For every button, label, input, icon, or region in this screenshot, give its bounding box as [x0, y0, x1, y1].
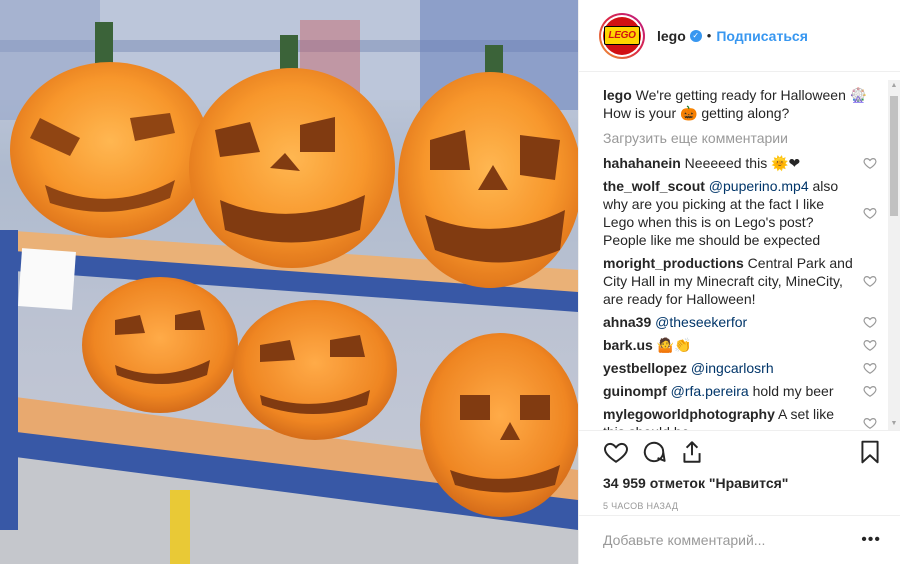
comment-input[interactable] — [603, 532, 862, 548]
like-comment-heart-icon[interactable] — [863, 206, 877, 220]
comment-username[interactable]: bark.us — [603, 337, 653, 353]
comment-bubble-icon[interactable] — [641, 439, 667, 465]
like-comment-heart-icon[interactable] — [863, 274, 877, 288]
comment-item: hahahanein Neeeeed this 🌞❤ — [603, 154, 877, 172]
likes-count[interactable]: 34 959 отметок "Нравится" — [603, 475, 877, 491]
like-comment-heart-icon[interactable] — [863, 361, 877, 375]
comment-mention[interactable]: @ingcarlosrh — [691, 360, 774, 376]
action-icons-row — [603, 431, 879, 473]
comment-item: bark.us 🤷👏 — [603, 336, 877, 354]
like-heart-icon[interactable] — [603, 439, 629, 465]
comment-text: 🤷👏 — [652, 337, 692, 353]
post-timestamp[interactable]: 5 часов назад — [603, 501, 877, 511]
comment-item: the_wolf_scout @puperino.mp4 also why ar… — [603, 177, 877, 249]
comment-username[interactable]: yestbellopez — [603, 360, 687, 376]
comment-username[interactable]: the_wolf_scout — [603, 178, 705, 194]
comment-item: guinompf @rfa.pereira hold my beer — [603, 382, 877, 400]
caption-username[interactable]: lego — [603, 87, 632, 103]
comments-scrollbar[interactable]: ▲ ▼ — [888, 80, 900, 430]
comments-list[interactable]: lego We're getting ready for Halloween 🎡… — [579, 80, 900, 430]
add-comment-bar: ••• — [579, 515, 900, 564]
load-more-comments-button[interactable]: Загрузить еще комментарии — [603, 130, 877, 146]
share-upload-icon[interactable] — [679, 439, 705, 465]
comment-mention[interactable]: @rfa.pereira — [671, 383, 749, 399]
comment-username[interactable]: guinompf — [603, 383, 667, 399]
post-caption: lego We're getting ready for Halloween 🎡… — [603, 86, 877, 122]
follow-button[interactable]: Подписаться — [716, 28, 808, 44]
comment-mention[interactable]: @puperino.mp4 — [709, 178, 809, 194]
scroll-down-arrow-icon[interactable]: ▼ — [888, 418, 900, 430]
post-side-panel: LEGO lego ✓ • Подписаться lego We're get… — [578, 0, 900, 564]
header-username[interactable]: lego — [657, 28, 686, 44]
like-comment-heart-icon[interactable] — [863, 156, 877, 170]
comment-mention[interactable]: @theseekerfor — [655, 314, 747, 330]
like-comment-heart-icon[interactable] — [863, 315, 877, 329]
post-header: LEGO lego ✓ • Подписаться — [579, 0, 900, 72]
scrollbar-thumb[interactable] — [890, 96, 898, 216]
comment-username[interactable]: moright_productions — [603, 255, 744, 271]
comment-item: moright_productions Central Park and Cit… — [603, 254, 877, 308]
comment-item: ahna39 @theseekerfor — [603, 313, 877, 331]
comment-username[interactable]: mylegoworldphotography — [603, 406, 775, 422]
save-bookmark-icon[interactable] — [857, 439, 883, 465]
comment-username[interactable]: hahahanein — [603, 155, 681, 171]
comment-text: Neeeeed this 🌞❤ — [680, 155, 801, 171]
comment-item: mylegoworldphotography A set like this s… — [603, 405, 877, 430]
like-comment-heart-icon[interactable] — [863, 384, 877, 398]
avatar[interactable]: LEGO — [599, 12, 645, 59]
like-comment-heart-icon[interactable] — [863, 338, 877, 352]
comment-item: yestbellopez @ingcarlosrh — [603, 359, 877, 377]
separator-dot: • — [706, 28, 712, 43]
verified-badge-icon: ✓ — [689, 29, 702, 42]
caption-text: We're getting ready for Halloween 🎡 How … — [603, 87, 868, 121]
more-options-button[interactable]: ••• — [861, 531, 881, 549]
post-photo[interactable] — [0, 0, 578, 564]
pumpkins-image — [0, 0, 578, 564]
comment-text: hold my beer — [748, 383, 834, 399]
scroll-up-arrow-icon[interactable]: ▲ — [888, 80, 900, 92]
lego-logo: LEGO — [604, 26, 640, 45]
like-comment-heart-icon[interactable] — [863, 416, 877, 430]
comment-username[interactable]: ahna39 — [603, 314, 651, 330]
